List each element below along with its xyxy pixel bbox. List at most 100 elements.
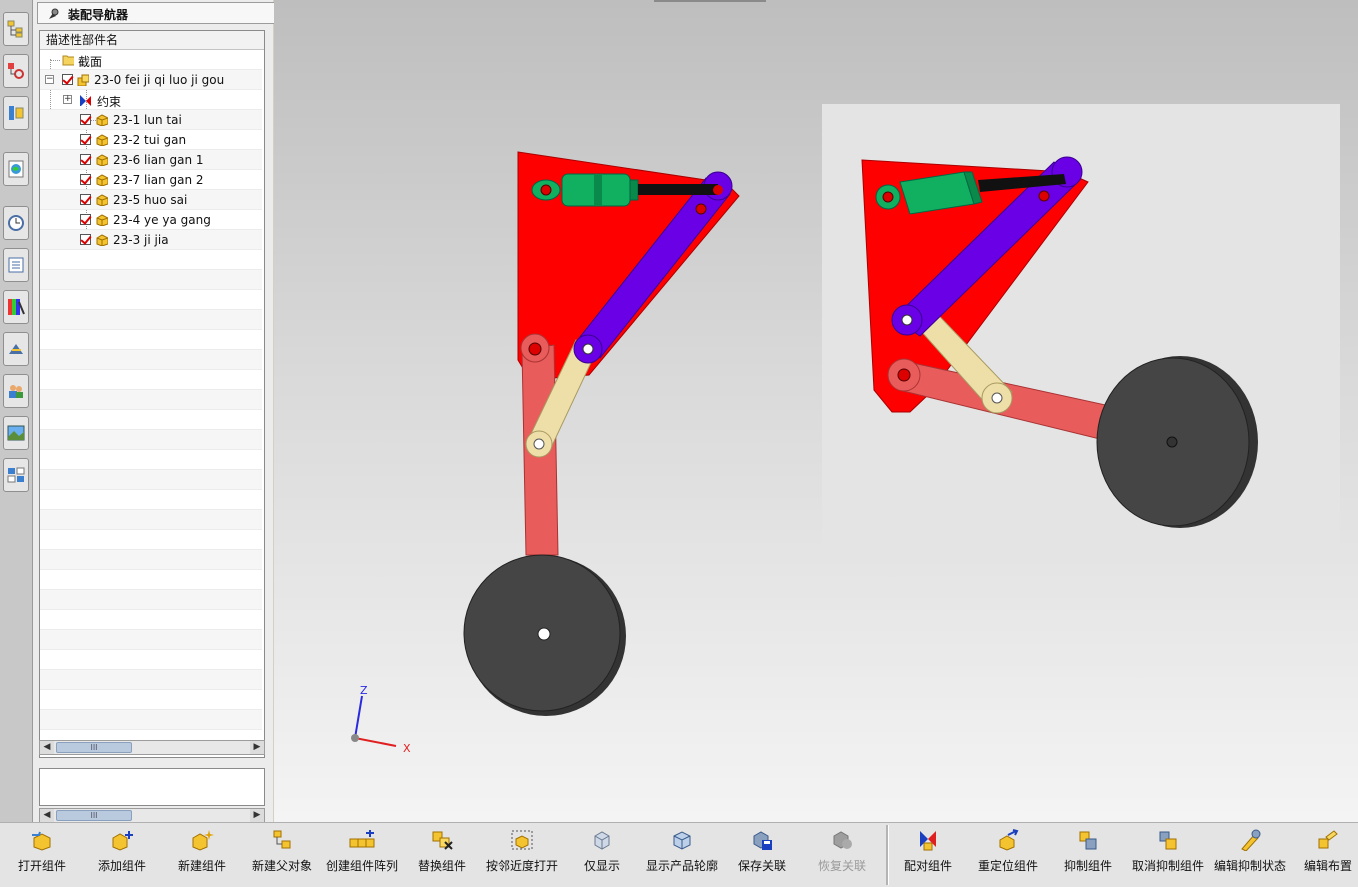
visibility-checkbox[interactable] xyxy=(80,154,91,165)
unsuppress-component-button[interactable]: 取消抑制组件 xyxy=(1128,829,1208,883)
button-label: 仅显示 xyxy=(583,859,620,873)
collapse-toggle[interactable]: − xyxy=(45,75,54,84)
preview-panel xyxy=(39,768,265,806)
tree-node-section[interactable]: 截面 xyxy=(40,50,262,70)
column-header[interactable]: 描述性部件名 xyxy=(40,31,264,50)
add-component-icon xyxy=(112,831,133,851)
part-icon xyxy=(96,194,108,206)
expand-toggle[interactable]: + xyxy=(63,95,72,104)
assemblies-toolbar: 打开组件 添加组件 新建组件 新建父对象 创建组件阵列 替换组件 按邻近度打开 … xyxy=(0,822,1358,887)
pin-icon[interactable] xyxy=(45,7,59,21)
toolbar-separator xyxy=(886,825,889,885)
history-icon[interactable] xyxy=(3,206,29,240)
roles-icon[interactable] xyxy=(3,374,29,408)
replace-component-icon xyxy=(432,831,453,850)
tree-node-part[interactable]: 23-3 ji jia xyxy=(40,230,262,250)
tree-node-part[interactable]: 23-6 lian gan 1 xyxy=(40,150,262,170)
scroll-right-arrow-icon[interactable]: ▶ xyxy=(250,741,264,754)
button-label: 添加组件 xyxy=(97,859,146,873)
button-label: 新建组件 xyxy=(177,859,226,873)
save-association-button[interactable]: 保存关联 xyxy=(732,829,792,883)
component-array-button[interactable]: 创建组件阵列 xyxy=(322,829,402,883)
edit-arrangement-button[interactable]: 编辑布置 xyxy=(1298,829,1358,883)
visibility-checkbox[interactable] xyxy=(62,74,73,85)
visibility-checkbox[interactable] xyxy=(80,134,91,145)
web-browser-icon[interactable] xyxy=(3,152,29,186)
show-product-outline-icon xyxy=(673,831,691,850)
suppress-component-button[interactable]: 抑制组件 xyxy=(1058,829,1118,883)
model-viewport[interactable]: Z X xyxy=(274,0,1358,822)
button-label: 抑制组件 xyxy=(1063,859,1112,873)
part-icon xyxy=(96,174,108,186)
restore-association-icon xyxy=(833,831,852,849)
scrollbar-thumb[interactable]: III xyxy=(56,742,132,753)
new-component-button[interactable]: 新建组件 xyxy=(172,829,232,883)
component-array-icon xyxy=(349,830,375,848)
preview-horizontal-scrollbar[interactable]: ◀ III ▶ xyxy=(39,808,265,823)
scroll-right-arrow-icon[interactable]: ▶ xyxy=(250,809,264,822)
tree-node-part[interactable]: 23-2 tui gan xyxy=(40,130,262,150)
edit-arrangement-icon xyxy=(1318,830,1338,849)
scrollbar-thumb[interactable]: III xyxy=(56,810,132,821)
graphics-window[interactable]: Z X xyxy=(274,0,1358,822)
scroll-left-arrow-icon[interactable]: ◀ xyxy=(40,809,54,822)
assembly-navigator-icon[interactable] xyxy=(3,12,29,46)
constraint-navigator-icon[interactable] xyxy=(3,54,29,88)
button-label: 新建父对象 xyxy=(251,859,312,873)
restore-association-button[interactable]: 恢复关联 xyxy=(812,829,872,883)
button-label: 按邻近度打开 xyxy=(485,859,558,873)
add-component-button[interactable]: 添加组件 xyxy=(92,829,152,883)
unsuppress-component-icon xyxy=(1159,831,1177,850)
reuse-library-icon[interactable] xyxy=(3,248,29,282)
new-parent-button[interactable]: 新建父对象 xyxy=(246,829,318,883)
assembly-navigator-panel: 装配导航器 描述性部件名 截面 − 23-0 fei ji qi luo ji … xyxy=(33,0,293,823)
replace-component-button[interactable]: 替换组件 xyxy=(412,829,472,883)
open-by-proximity-button[interactable]: 按邻近度打开 xyxy=(482,829,562,883)
system-scenes-icon[interactable] xyxy=(3,416,29,450)
visibility-checkbox[interactable] xyxy=(80,234,91,245)
navigator-title: 装配导航器 xyxy=(68,8,129,22)
wcs-triad xyxy=(351,695,397,747)
piston-part[interactable] xyxy=(638,184,718,195)
system-materials-icon[interactable] xyxy=(3,290,29,324)
tree-node-part[interactable]: 23-7 lian gan 2 xyxy=(40,170,262,190)
tree-node-part[interactable]: 23-1 lun tai xyxy=(40,110,262,130)
suppress-component-icon xyxy=(1079,831,1097,850)
visibility-checkbox[interactable] xyxy=(80,214,91,225)
mate-component-button[interactable]: 配对组件 xyxy=(898,829,958,883)
landing-gear-extended[interactable] xyxy=(463,151,740,716)
process-studio-icon[interactable] xyxy=(3,332,29,366)
reposition-component-button[interactable]: 重定位组件 xyxy=(972,829,1044,883)
folder-icon xyxy=(62,55,74,66)
part-icon xyxy=(96,234,108,246)
navigator-tree[interactable]: 描述性部件名 截面 − 23-0 fei ji qi luo ji gou + … xyxy=(39,30,265,758)
tree-horizontal-scrollbar[interactable]: ◀ III ▶ xyxy=(39,740,265,755)
button-label: 重定位组件 xyxy=(977,859,1038,873)
edit-suppression-state-button[interactable]: 编辑抑制状态 xyxy=(1210,829,1290,883)
new-component-icon xyxy=(192,830,214,851)
visibility-checkbox[interactable] xyxy=(80,114,91,125)
button-label: 创建组件阵列 xyxy=(325,859,398,873)
tree-node-part[interactable]: 23-5 huo sai xyxy=(40,190,262,210)
tree-node-constraints[interactable]: + 约束 xyxy=(40,90,262,110)
button-label: 编辑布置 xyxy=(1303,859,1352,873)
show-product-outline-button[interactable]: 显示产品轮廓 xyxy=(642,829,722,883)
part-icon xyxy=(96,134,108,146)
part-navigator-icon[interactable] xyxy=(3,96,29,130)
node-label: 23-1 lun tai xyxy=(113,113,182,127)
mate-component-icon xyxy=(920,831,936,851)
open-by-proximity-icon xyxy=(511,830,533,850)
tree-node-part[interactable]: 23-4 ye ya gang xyxy=(40,210,262,230)
part-icon xyxy=(96,154,108,166)
visibility-checkbox[interactable] xyxy=(80,194,91,205)
scroll-left-arrow-icon[interactable]: ◀ xyxy=(40,741,54,754)
show-only-button[interactable]: 仅显示 xyxy=(576,829,628,883)
button-label: 恢复关联 xyxy=(817,859,866,873)
resource-bar xyxy=(0,0,33,822)
button-label: 打开组件 xyxy=(17,859,66,873)
palette-icon[interactable] xyxy=(3,458,29,492)
tree-node-root-assembly[interactable]: − 23-0 fei ji qi luo ji gou xyxy=(40,70,262,90)
visibility-checkbox[interactable] xyxy=(80,174,91,185)
node-label: 23-6 lian gan 1 xyxy=(113,153,204,167)
open-component-button[interactable]: 打开组件 xyxy=(12,829,72,883)
